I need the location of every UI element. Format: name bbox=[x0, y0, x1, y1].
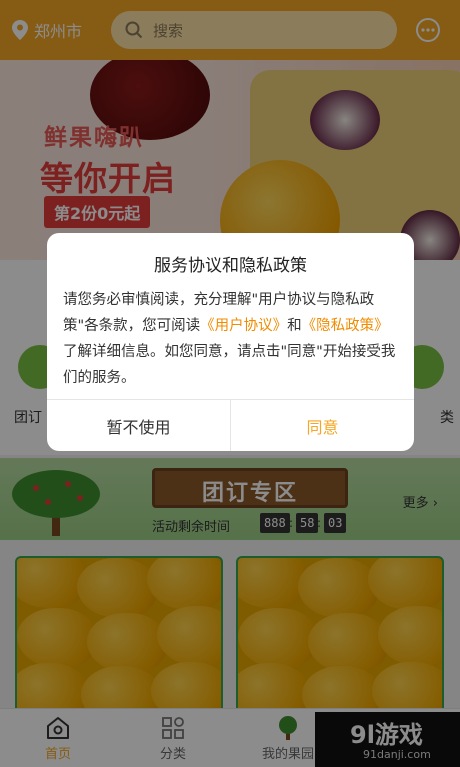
agree-button[interactable]: 同意 bbox=[231, 400, 414, 451]
dialog-body: 请您务必审慎阅读，充分理解"用户协议与隐私政策"各条款，您可阅读《用户协议》和《… bbox=[63, 287, 403, 391]
privacy-dialog: 服务协议和隐私政策 请您务必审慎阅读，充分理解"用户协议与隐私政策"各条款，您可… bbox=[47, 233, 414, 451]
user-agreement-link[interactable]: 《用户协议》 bbox=[200, 318, 287, 334]
decline-button[interactable]: 暂不使用 bbox=[47, 400, 231, 451]
privacy-policy-link[interactable]: 《隐私政策》 bbox=[302, 318, 389, 334]
dialog-text-2: 了解详细信息。如您同意，请点击"同意"开始接受我们的服务。 bbox=[63, 344, 396, 386]
dialog-text-and: 和 bbox=[287, 318, 302, 334]
dialog-buttons: 暂不使用 同意 bbox=[47, 399, 414, 451]
dialog-title: 服务协议和隐私政策 bbox=[154, 256, 307, 276]
